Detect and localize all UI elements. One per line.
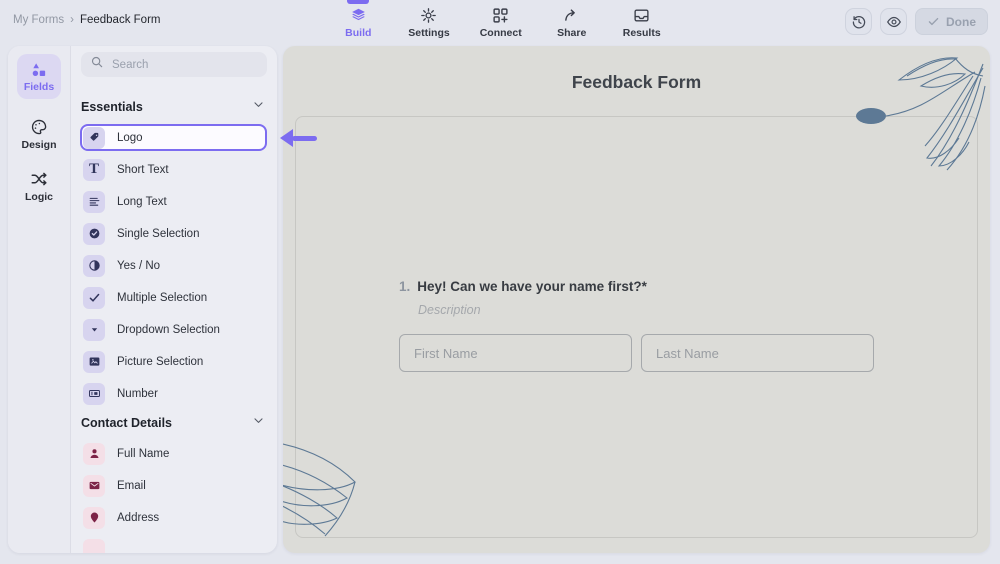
tab-settings[interactable]: Settings [408, 0, 449, 46]
section-list-essentials: Logo TShort Text Long Text Single Selection… [71, 124, 277, 407]
section-header-essentials[interactable]: Essentials [71, 99, 277, 115]
short-text-icon: T [83, 159, 105, 181]
rail-item-logic[interactable]: Logic [25, 170, 53, 203]
chevron-down-icon [252, 98, 265, 116]
rail-item-design[interactable]: Design [21, 118, 56, 151]
topbar-actions: Done [845, 8, 988, 35]
pin-icon [83, 507, 105, 529]
single-selection-icon [83, 223, 105, 245]
active-tab-indicator [347, 0, 369, 4]
check-icon [927, 15, 940, 28]
share-arrow-icon [563, 7, 580, 24]
last-name-input[interactable] [641, 334, 874, 372]
field-item-full-name[interactable]: Full Name [80, 440, 267, 467]
field-item-single-selection[interactable]: Single Selection [80, 220, 267, 247]
rail-item-fields[interactable]: Fields [17, 54, 61, 99]
field-item-address[interactable]: Address [80, 504, 267, 531]
search-icon [90, 55, 104, 74]
dropdown-triangle-icon [83, 319, 105, 341]
fields-panel: Essentials Logo TShort Text Long Text Single… [70, 46, 277, 553]
envelope-icon [83, 475, 105, 497]
done-button[interactable]: Done [915, 8, 988, 35]
field-item-logo[interactable]: Logo [80, 124, 267, 151]
number-icon [83, 383, 105, 405]
tab-results[interactable]: Results [622, 0, 662, 46]
section-header-contact-details[interactable]: Contact Details [71, 415, 277, 431]
preview-button[interactable] [880, 8, 907, 35]
field-item-email[interactable]: Email [80, 472, 267, 499]
field-item-dropdown-selection[interactable]: Dropdown Selection [80, 316, 267, 343]
partial-tile [83, 539, 105, 554]
field-item-picture-selection[interactable]: Picture Selection [80, 348, 267, 375]
field-item-short-text[interactable]: TShort Text [80, 156, 267, 183]
shuffle-icon [30, 170, 48, 188]
form-title[interactable]: Feedback Form [283, 72, 990, 93]
field-item-long-text[interactable]: Long Text [80, 188, 267, 215]
inbox-icon [633, 7, 650, 24]
first-name-input[interactable] [399, 334, 632, 372]
long-text-icon [83, 191, 105, 213]
tab-build[interactable]: Build [338, 0, 378, 46]
question-text[interactable]: Hey! Can we have your name first?* [417, 278, 647, 296]
shapes-icon [30, 61, 48, 79]
tab-connect[interactable]: Connect [480, 0, 522, 46]
eye-icon [886, 14, 902, 30]
palette-icon [30, 118, 48, 136]
done-button-label: Done [946, 15, 976, 29]
mode-rail: Fields Design Logic [8, 46, 70, 553]
form-canvas: Feedback Form 1. Hey! Can we have your n… [283, 46, 990, 553]
tab-share[interactable]: Share [552, 0, 592, 46]
section-list-contact-details: Full Name Email Address [71, 440, 277, 553]
history-button[interactable] [845, 8, 872, 35]
field-item-number[interactable]: Number [80, 380, 267, 407]
check-icon [83, 287, 105, 309]
search-input[interactable] [112, 59, 258, 71]
field-item-yes-no[interactable]: Yes / No [80, 252, 267, 279]
yes-no-icon [83, 255, 105, 277]
picture-icon [83, 351, 105, 373]
layers-icon [350, 7, 367, 24]
gear-icon [420, 7, 437, 24]
connect-grid-icon [492, 7, 509, 24]
chevron-down-icon [252, 414, 265, 432]
builder-left-panel: Fields Design Logic Essentials Logo TShort T… [8, 46, 277, 553]
question-number: 1. [399, 278, 410, 296]
person-icon [83, 443, 105, 465]
question-description[interactable]: Description [418, 303, 875, 317]
tag-icon [83, 127, 105, 149]
history-icon [851, 14, 867, 30]
question-block[interactable]: 1. Hey! Can we have your name first?* De… [399, 278, 875, 372]
topbar: My Forms › Feedback Form BuildSettingsCo… [0, 0, 1000, 46]
field-item-multiple-selection[interactable]: Multiple Selection [80, 284, 267, 311]
list-item-partial [80, 536, 267, 553]
search-box[interactable] [81, 52, 267, 77]
pointer-arrow [280, 129, 317, 147]
